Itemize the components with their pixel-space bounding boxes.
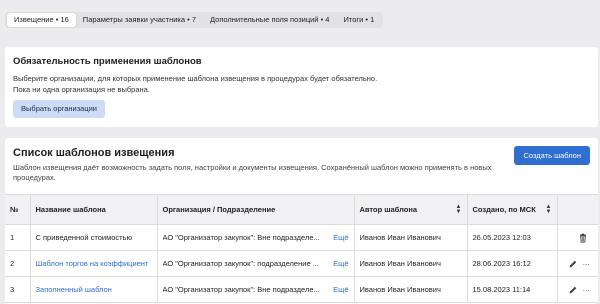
tab-bar: Извещение • 16 Параметры заявки участник…	[5, 12, 384, 28]
templates-title: Список шаблонов извещения	[13, 147, 175, 159]
row-author: Иванов Иван Иванович	[354, 250, 468, 277]
row-author: Иванов Иван Иванович	[354, 276, 468, 303]
col-org-header: Организация / Подразделение	[157, 194, 355, 225]
row-template-name[interactable]: Шаблон торгов на коэффициент	[30, 250, 158, 277]
row-template-name[interactable]: Заполненный шаблон	[30, 276, 158, 303]
mandatory-desc-line1: Выберите организации, для которых примен…	[13, 74, 378, 83]
tab-results[interactable]: Итоги • 1	[336, 13, 381, 27]
org-text: АО "Организатор закупок": подразделение …	[162, 259, 319, 268]
sort-author-icon[interactable]: ▲ ▼	[456, 204, 462, 215]
more-link[interactable]: Ещё	[333, 233, 348, 242]
template-name-text: С приведенной стоимостью	[35, 233, 133, 242]
row-created: 28.06.2023 16:12	[467, 250, 558, 277]
row-org: АО "Организатор закупок": Вне подразделе…	[157, 276, 355, 303]
row-num: 2	[5, 250, 31, 277]
templates-table: № Название шаблона Организация / Подразд…	[5, 194, 598, 303]
org-text: АО "Организатор закупок": Вне подразделе…	[162, 233, 320, 242]
select-organizations-button[interactable]: Выбрать организации	[13, 100, 105, 118]
row-actions	[557, 250, 598, 277]
org-text: АО "Организатор закупок": Вне подразделе…	[162, 285, 320, 294]
templates-description: Шаблон извещения даёт возможность задать…	[13, 163, 492, 182]
row-actions	[557, 276, 598, 303]
edit-icon[interactable]	[568, 259, 578, 269]
table-row: 1 С приведенной стоимостью АО "Организатор…	[5, 224, 598, 251]
mandatory-templates-card: Обязательность применения шаблонов Выбер…	[5, 47, 598, 127]
row-org: АО "Организатор закупок": Вне подразделе…	[157, 224, 355, 251]
row-org: АО "Организатор закупок": подразделение …	[157, 250, 355, 277]
table-row: 2 Шаблон торгов на коэффициент АО "Организ…	[5, 250, 598, 277]
mandatory-desc-line2: Пока ни одна организация не выбрана.	[13, 85, 150, 94]
col-author-header[interactable]: Автор шаблона ▲ ▼	[354, 194, 468, 225]
table-row: 3 Заполненный шаблон АО "Организатор закуп…	[5, 276, 598, 303]
row-author: Иванов Иван Иванович	[354, 224, 468, 251]
template-name-text[interactable]: Шаблон торгов на коэффициент	[36, 259, 149, 268]
more-link[interactable]: Ещё	[333, 259, 348, 268]
row-num: 1	[5, 224, 31, 251]
create-template-button[interactable]: Создать шаблон	[514, 146, 590, 165]
template-name-text[interactable]: Заполненный шаблон	[36, 285, 112, 294]
col-created-header[interactable]: Создано, по МСК ▲ ▼	[467, 194, 558, 225]
more-link[interactable]: Ещё	[333, 285, 348, 294]
col-author-label: Автор шаблона	[359, 205, 418, 214]
templates-header: Список шаблонов извещения Шаблон извещен…	[5, 138, 598, 194]
col-actions-header	[557, 194, 598, 225]
delete-icon[interactable]	[578, 233, 588, 243]
col-num-header: №	[5, 194, 31, 225]
templates-list-card: Список шаблонов извещения Шаблон извещен…	[5, 138, 598, 304]
sort-created-icon[interactable]: ▲ ▼	[546, 204, 552, 215]
row-created: 15.08.2023 11:14	[467, 276, 558, 303]
tab-notice[interactable]: Извещение • 16	[7, 13, 76, 27]
row-created: 26.05.2023 12:03	[467, 224, 558, 251]
row-num: 3	[5, 276, 31, 303]
tab-extra-position-fields[interactable]: Дополнительные поля позиций • 4	[203, 13, 336, 27]
mandatory-title: Обязательность применения шаблонов	[13, 56, 202, 67]
col-name-header: Название шаблона	[30, 194, 158, 225]
tab-participant-params[interactable]: Параметры заявки участника • 7	[76, 13, 203, 27]
col-created-label: Создано, по МСК	[472, 205, 536, 214]
row-template-name: С приведенной стоимостью	[30, 224, 158, 251]
edit-icon[interactable]	[568, 285, 578, 295]
table-header-row: № Название шаблона Организация / Подразд…	[5, 194, 598, 225]
row-actions	[557, 224, 598, 251]
